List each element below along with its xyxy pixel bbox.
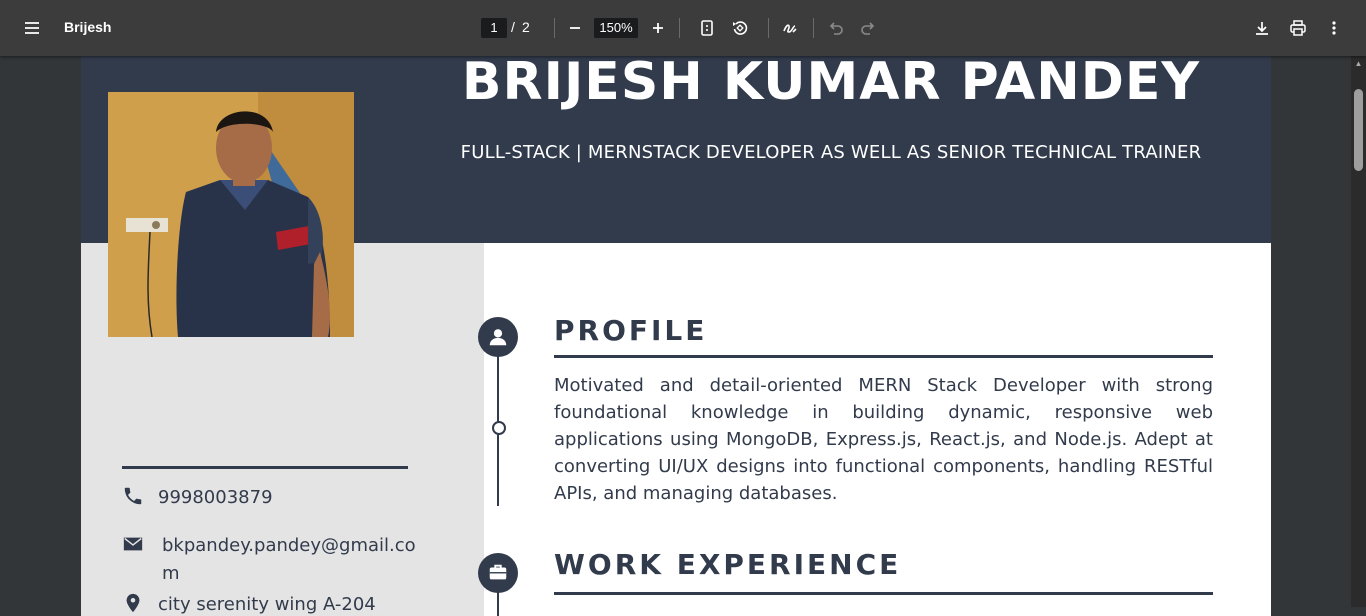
redo-button[interactable] bbox=[852, 12, 884, 44]
download-icon bbox=[1256, 22, 1268, 35]
menu-button[interactable] bbox=[16, 12, 48, 44]
toolbar-divider bbox=[679, 18, 680, 38]
print-icon bbox=[1290, 20, 1306, 36]
plus-icon bbox=[653, 23, 663, 33]
contact-address: city serenity wing A-204 bbox=[122, 591, 376, 616]
pen-squiggle-icon bbox=[783, 24, 797, 33]
scroll-up-arrow-icon[interactable]: ▲ bbox=[1354, 60, 1363, 68]
envelope-icon bbox=[123, 537, 143, 551]
profile-heading-rule bbox=[554, 355, 1213, 358]
toolbar-divider bbox=[813, 18, 814, 38]
resume-name: BRIJESH KUMAR PANDEY bbox=[461, 56, 1201, 112]
zoom-level-input[interactable]: 150% bbox=[594, 18, 638, 38]
pdf-page: BRIJESH KUMAR PANDEY FULL-STACK | MERNST… bbox=[81, 56, 1271, 616]
timeline-line bbox=[497, 591, 499, 616]
toolbar-divider bbox=[554, 18, 555, 38]
redo-icon bbox=[861, 22, 875, 35]
email-address-line-2: m bbox=[162, 563, 180, 584]
timeline-dot bbox=[492, 421, 506, 435]
profile-photo bbox=[108, 92, 354, 337]
hamburger-menu-icon bbox=[25, 22, 39, 34]
fit-page-icon bbox=[701, 20, 713, 36]
vertical-ellipsis-icon bbox=[1332, 21, 1336, 35]
contact-divider bbox=[122, 466, 408, 469]
person-photo-illustration bbox=[108, 92, 354, 337]
location-pin-icon bbox=[126, 593, 140, 613]
work-experience-heading: WORK EXPERIENCE bbox=[554, 548, 902, 581]
more-options-button[interactable] bbox=[1318, 12, 1350, 44]
toolbar-divider bbox=[768, 18, 769, 38]
profile-summary: Motivated and detail-oriented MERN Stack… bbox=[554, 375, 1213, 504]
zoom-out-button[interactable] bbox=[559, 12, 591, 44]
undo-button[interactable] bbox=[820, 12, 852, 44]
download-button[interactable] bbox=[1246, 12, 1278, 44]
user-icon bbox=[489, 329, 507, 346]
rotate-icon bbox=[733, 21, 748, 35]
document-title: Brijesh bbox=[64, 19, 112, 35]
profile-section-marker bbox=[478, 317, 518, 357]
resume-subtitle: FULL-STACK | MERNSTACK DEVELOPER AS WELL… bbox=[460, 142, 1202, 163]
briefcase-icon bbox=[489, 564, 507, 580]
address-text: city serenity wing A-204 bbox=[158, 594, 376, 615]
annotate-button[interactable] bbox=[774, 12, 806, 44]
phone-number: 9998003879 bbox=[158, 487, 273, 508]
minus-icon bbox=[570, 27, 580, 29]
profile-heading: PROFILE bbox=[554, 314, 708, 347]
undo-icon bbox=[829, 22, 843, 35]
zoom-in-button[interactable] bbox=[642, 12, 674, 44]
scrollbar-thumb[interactable] bbox=[1354, 89, 1363, 171]
contact-phone: 9998003879 bbox=[122, 484, 273, 512]
work-heading-rule bbox=[554, 592, 1213, 595]
page-total: 2 bbox=[522, 19, 530, 35]
email-address-line-1: bkpandey.pandey@gmail.co bbox=[162, 535, 416, 556]
fit-to-page-button[interactable] bbox=[691, 12, 723, 44]
page-number-input[interactable]: 1 bbox=[481, 18, 507, 38]
print-button[interactable] bbox=[1282, 12, 1314, 44]
rotate-button[interactable] bbox=[724, 12, 756, 44]
page-separator: / bbox=[511, 19, 515, 35]
pdf-toolbar: Brijesh 1 / 2 150% bbox=[0, 0, 1366, 56]
phone-icon bbox=[124, 487, 142, 505]
work-section-marker bbox=[478, 553, 518, 593]
contact-email: bkpandey.pandey@gmail.co m bbox=[122, 532, 416, 588]
